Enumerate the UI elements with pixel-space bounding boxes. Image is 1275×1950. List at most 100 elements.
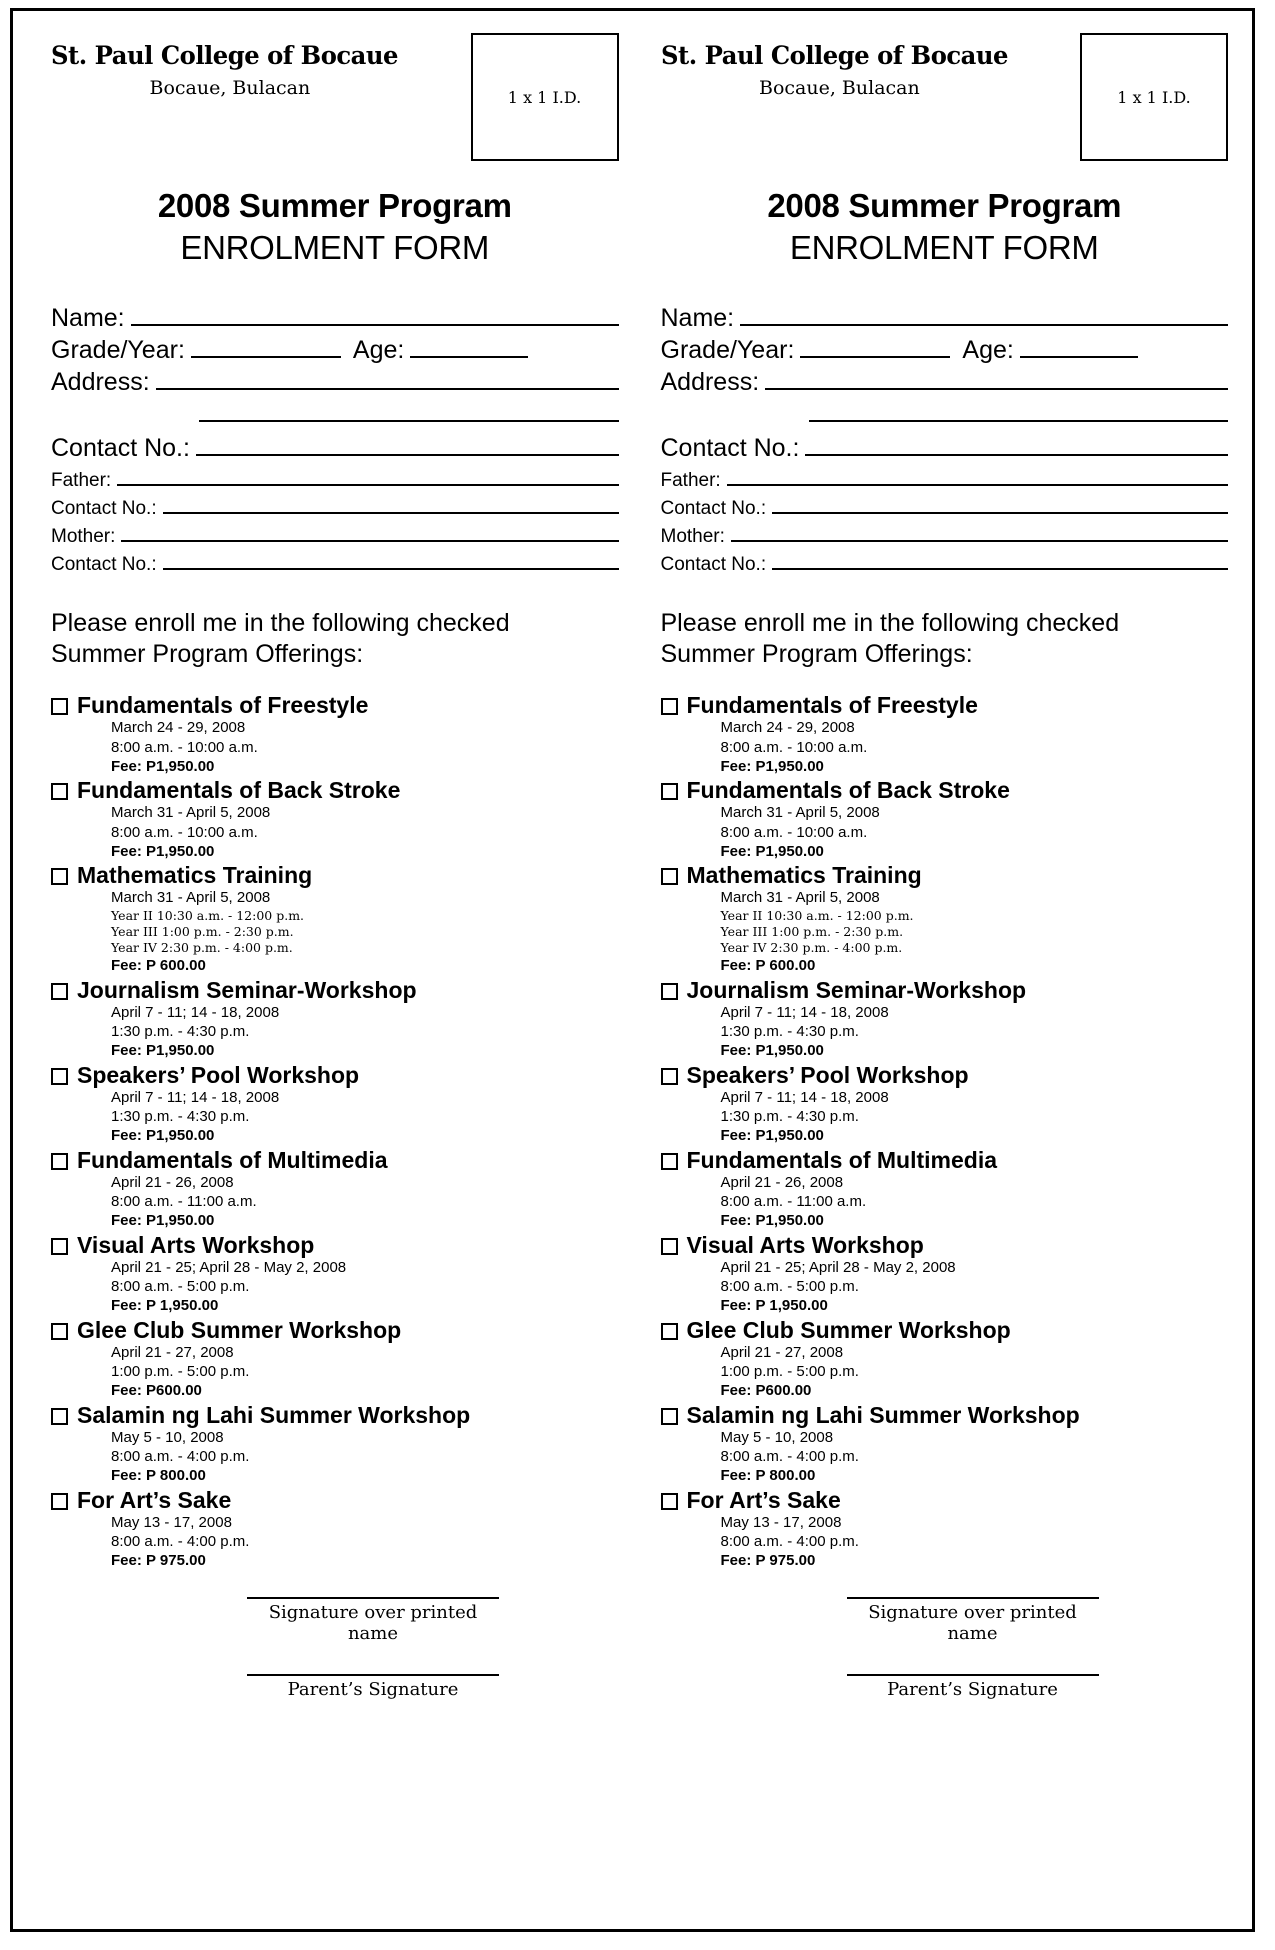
input-name-left[interactable] — [130, 302, 619, 326]
input-grade-year-left[interactable] — [190, 334, 341, 358]
checkbox-icon[interactable] — [660, 1237, 678, 1255]
offering-details: March 31 - April 5, 2008 Year II 10:30 a… — [111, 888, 619, 975]
offering-dates: March 31 - April 5, 2008 — [111, 804, 271, 822]
offering-title: Mathematics Training — [686, 862, 922, 888]
school-location-right: Bocaue, Bulacan — [758, 77, 920, 99]
offering-fee: Fee: P 600.00 — [720, 957, 816, 975]
label-address-right: Address: — [660, 368, 760, 396]
input-grade-year-right[interactable] — [800, 334, 951, 358]
checkbox-icon[interactable] — [51, 698, 68, 715]
input-contact-no-left[interactable] — [195, 432, 619, 456]
id-photo-box-right: 1 x 1 I.D. — [1080, 33, 1228, 161]
input-father-right[interactable] — [726, 466, 1228, 486]
input-address-right[interactable] — [765, 366, 1228, 390]
input-mother-contact-left[interactable] — [162, 550, 619, 570]
parent-fields-right: Father: Contact No.: Mother: Contact No.… — [660, 466, 1228, 576]
offering-dates: April 21 - 25; April 28 - May 2, 2008 — [111, 1259, 347, 1276]
school-name-left: St. Paul College of Bocaue — [51, 41, 398, 70]
field-row-father-right: Father: — [661, 466, 1228, 492]
offering-details: March 31 - April 5, 2008 Year II 10:30 a… — [721, 888, 1229, 975]
checkbox-icon[interactable] — [660, 868, 678, 885]
input-age-right[interactable] — [1019, 334, 1138, 358]
input-mother-right[interactable] — [730, 522, 1228, 542]
checkbox-icon[interactable] — [660, 1322, 678, 1340]
offering-title: Fundamentals of Freestyle — [686, 692, 978, 718]
field-row-father-contact-left: Contact No.: — [51, 494, 619, 520]
checkbox-icon[interactable] — [51, 783, 68, 800]
offering-details: April 21 - 25; April 28 - May 2, 2008 8:… — [721, 1258, 1229, 1316]
offering-time: 8:00 a.m. - 10:00 a.m. — [111, 823, 258, 841]
checkbox-icon[interactable] — [660, 1492, 678, 1510]
offering-title: Fundamentals of Freestyle — [77, 692, 369, 718]
offering-title: Journalism Seminar-Workshop — [77, 976, 417, 1003]
checkbox-icon[interactable] — [660, 783, 678, 800]
label-father-left: Father: — [51, 470, 112, 491]
offering-title: For Art’s Sake — [686, 1486, 841, 1513]
offering-dates: March 31 - April 5, 2008 — [720, 804, 880, 822]
field-row-address-left: Address: — [51, 366, 619, 397]
offering-header: Visual Arts Workshop — [51, 1232, 619, 1258]
input-contact-no-right[interactable] — [805, 432, 1228, 456]
input-age-left[interactable] — [410, 334, 529, 358]
checkbox-icon[interactable] — [51, 1152, 68, 1170]
offering-title: Salamin ng Lahi Summer Workshop — [77, 1401, 471, 1428]
input-address-line2-left[interactable] — [199, 398, 619, 422]
offering-fee: Fee: P1,950.00 — [111, 1212, 215, 1230]
offering-header: Fundamentals of Freestyle — [51, 692, 619, 718]
checkbox-icon[interactable] — [51, 1067, 68, 1085]
offering-time-row: Year III 1:00 p.m. - 2:30 p.m. — [720, 923, 904, 939]
input-address-line2-right[interactable] — [808, 398, 1228, 422]
label-mother-right: Mother: — [660, 526, 725, 547]
input-address-left[interactable] — [155, 366, 619, 390]
offering-item: Salamin ng Lahi Summer Workshop May 5 - … — [51, 1402, 619, 1486]
offering-title: Speakers’ Pool Workshop — [686, 1061, 969, 1088]
label-mother-contact-left: Contact No.: — [51, 554, 157, 575]
offering-time: 8:00 a.m. - 4:00 p.m. — [111, 1533, 250, 1551]
checkbox-icon[interactable] — [660, 1407, 678, 1425]
field-row-mother-contact-left: Contact No.: — [51, 550, 619, 576]
checkbox-icon[interactable] — [660, 982, 678, 1000]
offering-fee: Fee: P600.00 — [111, 1382, 202, 1400]
offerings-list-right: Fundamentals of Freestyle March 24 - 29,… — [660, 692, 1229, 1571]
label-grade-year-left: Grade/Year: — [51, 336, 185, 364]
offering-fee: Fee: P1,950.00 — [111, 842, 215, 860]
checkbox-icon[interactable] — [51, 1407, 68, 1425]
offering-header: Speakers’ Pool Workshop — [51, 1062, 619, 1088]
offering-header: Mathematics Training — [660, 862, 1229, 888]
checkbox-icon[interactable] — [660, 698, 678, 715]
offering-fee: Fee: P600.00 — [720, 1382, 812, 1400]
input-mother-left[interactable] — [121, 522, 619, 542]
checkbox-icon[interactable] — [51, 1322, 68, 1340]
signature-line-student-right[interactable]: Signature over printed name — [846, 1596, 1099, 1644]
offering-fee: Fee: P1,950.00 — [111, 757, 215, 775]
input-name-right[interactable] — [740, 302, 1228, 326]
input-mother-contact-right[interactable] — [772, 550, 1228, 570]
offering-time: 8:00 a.m. - 4:00 p.m. — [720, 1533, 859, 1551]
checkbox-icon[interactable] — [660, 1152, 678, 1170]
offering-dates: April 21 - 25; April 28 - May 2, 2008 — [720, 1259, 956, 1276]
offering-item: Mathematics Training March 31 - April 5,… — [51, 862, 619, 976]
offering-time: 8:00 a.m. - 4:00 p.m. — [111, 1448, 250, 1466]
input-father-contact-left[interactable] — [162, 494, 619, 514]
label-age-right: Age: — [962, 336, 1014, 364]
field-row-father-contact-right: Contact No.: — [660, 494, 1228, 520]
form-title-line1-right: 2008 Summer Program — [767, 187, 1122, 224]
signature-line-parent-left[interactable]: Parent’s Signature — [247, 1673, 499, 1700]
offering-title: Visual Arts Workshop — [686, 1231, 924, 1258]
offering-header: Mathematics Training — [51, 862, 619, 888]
checkbox-icon[interactable] — [51, 868, 68, 885]
input-father-contact-right[interactable] — [772, 494, 1228, 514]
input-father-left[interactable] — [117, 466, 619, 486]
signature-line-student-left[interactable]: Signature over printed name — [247, 1596, 499, 1644]
offering-item: Visual Arts Workshop April 21 - 25; Apri… — [660, 1231, 1229, 1316]
form-header-left: St. Paul College of Bocaue Bocaue, Bulac… — [51, 31, 619, 161]
label-father-contact-right: Contact No.: — [660, 498, 767, 519]
checkbox-icon[interactable] — [51, 1492, 68, 1510]
signature-line-parent-right[interactable]: Parent’s Signature — [846, 1673, 1099, 1700]
offering-header: Salamin ng Lahi Summer Workshop — [51, 1402, 619, 1428]
checkbox-icon[interactable] — [51, 1237, 68, 1255]
checkbox-icon[interactable] — [51, 982, 68, 1000]
checkbox-icon[interactable] — [660, 1067, 678, 1085]
offering-details: May 5 - 10, 2008 8:00 a.m. - 4:00 p.m. F… — [111, 1428, 619, 1486]
offering-item: Salamin ng Lahi Summer Workshop May 5 - … — [660, 1402, 1229, 1486]
